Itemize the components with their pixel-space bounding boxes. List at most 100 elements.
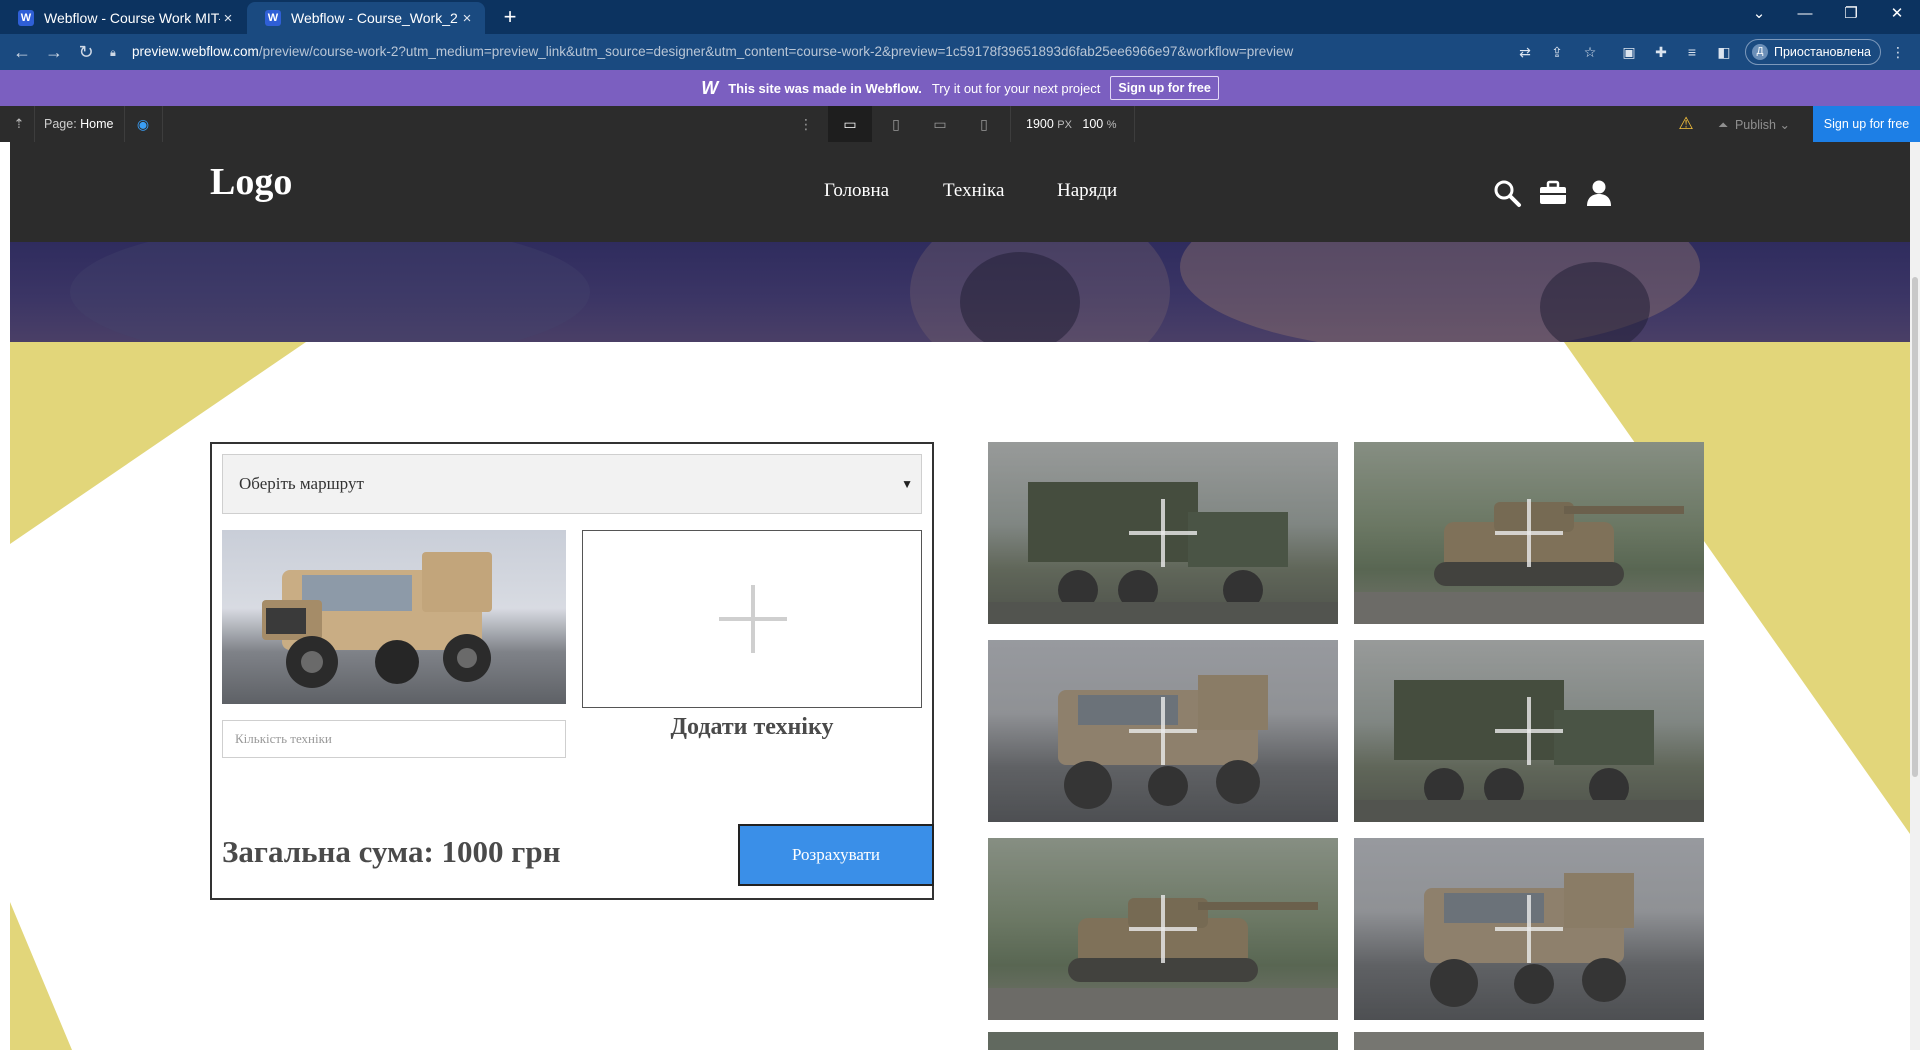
more-options-icon[interactable]: ⋮: [784, 106, 828, 142]
tab-title: Webflow - Course Work MIT-21: [44, 10, 220, 26]
close-tab-icon[interactable]: ×: [220, 10, 236, 27]
zoom-value: 100: [1082, 117, 1104, 131]
plus-icon: [1129, 499, 1197, 567]
extension-b-icon[interactable]: ▣: [1619, 42, 1639, 62]
banner-signup-button[interactable]: Sign up for free: [1110, 76, 1219, 100]
search-icon[interactable]: [1492, 178, 1522, 208]
divider: [1010, 106, 1011, 142]
site-preview-viewport: Logo Головна Техніка Наряди Оберіть марш…: [10, 142, 1910, 1050]
page-selector[interactable]: Page: Home: [44, 117, 114, 131]
bookmark-star-icon[interactable]: ☆: [1580, 42, 1600, 62]
new-tab-button[interactable]: +: [496, 4, 524, 32]
add-vehicle-label[interactable]: Додати техніку: [582, 714, 922, 741]
page-name: Home: [80, 117, 114, 131]
warning-icon[interactable]: ⚠: [1676, 114, 1696, 134]
plus-icon: [719, 585, 787, 653]
route-select[interactable]: Оберіть маршрут ▼: [222, 454, 922, 514]
page-scrollbar[interactable]: [1910, 142, 1920, 1050]
grid-tile-partial[interactable]: [1354, 1032, 1704, 1050]
lock-icon: 🔒︎: [110, 47, 116, 59]
publish-button[interactable]: ⏶ Publish ⌄: [1718, 117, 1790, 133]
vehicle-tile-himars[interactable]: [988, 442, 1338, 624]
mobile-portrait-breakpoint-icon[interactable]: ▯: [962, 106, 1006, 142]
profile-chip[interactable]: Д Приостановлена: [1745, 39, 1881, 65]
media-queue-icon[interactable]: ≡: [1682, 42, 1702, 62]
selected-vehicle-image: [222, 530, 566, 704]
plus-icon: [1495, 697, 1563, 765]
add-vehicle-slot[interactable]: [582, 530, 922, 708]
total-sum-text: Загальна сума: 1000 грн: [222, 834, 561, 869]
user-icon[interactable]: [1584, 178, 1614, 208]
browser-tab-bar: W Webflow - Course Work MIT-21 × W Webfl…: [0, 0, 1920, 34]
webflow-preview-bar: ⇡ Page: Home ◉ ⋮ ▭ ▯ ▭ ▯ 1900 PX 100 % ⚠…: [0, 106, 1920, 142]
tab-search-chevron-icon[interactable]: ⌄: [1736, 0, 1782, 30]
share-icon[interactable]: ⇪: [1547, 42, 1567, 62]
address-bar: ← → ↻ 🔒︎ preview.webflow.com/preview/cour…: [0, 34, 1920, 70]
divider: [1134, 106, 1135, 142]
close-window-button[interactable]: ✕: [1874, 0, 1920, 30]
hero-shape: [70, 242, 590, 342]
designer-signup-button[interactable]: Sign up for free: [1813, 106, 1920, 142]
plus-icon: [1129, 697, 1197, 765]
vehicle-tile-himars[interactable]: [1354, 640, 1704, 822]
back-arrow-icon[interactable]: ←: [8, 38, 36, 66]
close-tab-icon[interactable]: ×: [459, 10, 475, 27]
translate-icon[interactable]: ⇄: [1515, 42, 1535, 62]
webflow-logo-icon: W: [701, 77, 719, 98]
divider: [162, 106, 163, 142]
minimize-button[interactable]: —: [1782, 0, 1828, 30]
nav-link-equipment[interactable]: Техніка: [943, 180, 1004, 202]
site-logo[interactable]: Logo: [210, 160, 292, 204]
width-unit: PX: [1057, 119, 1072, 131]
menu-kebab-icon[interactable]: ⋮: [1888, 42, 1908, 62]
briefcase-icon[interactable]: [1538, 178, 1568, 208]
vehicle-tile-jltv[interactable]: [1354, 838, 1704, 1020]
divider: [124, 106, 125, 142]
site-navbar: Logo Головна Техніка Наряди: [10, 142, 1910, 242]
tile-overlay: [1354, 1032, 1704, 1050]
route-select-value: Оберіть маршрут: [239, 474, 364, 493]
browser-tab-2[interactable]: W Webflow - Course_Work_2 ×: [247, 2, 485, 34]
webflow-favicon-icon: W: [18, 10, 34, 26]
plus-icon: [1495, 895, 1563, 963]
vehicle-tile-tank[interactable]: [988, 838, 1338, 1020]
zoom-unit: %: [1106, 119, 1117, 131]
preview-eye-icon[interactable]: ◉: [134, 115, 152, 133]
chevron-down-icon: ⌄: [1779, 118, 1790, 132]
publish-label: Publish: [1734, 118, 1776, 132]
webflow-made-in-banner: W This site was made in Webflow. Try it …: [0, 70, 1920, 106]
tablet-breakpoint-icon[interactable]: ▯: [874, 106, 918, 142]
extensions-puzzle-icon[interactable]: ✚: [1651, 42, 1671, 62]
side-panel-icon[interactable]: ◧: [1714, 42, 1734, 62]
grid-tile-partial[interactable]: [988, 1032, 1338, 1050]
chevron-down-icon: ▼: [901, 477, 913, 491]
webflow-favicon-icon: W: [265, 10, 281, 26]
jltv-vehicle-illustration: [262, 552, 492, 688]
reload-icon[interactable]: ↻: [72, 38, 100, 66]
plus-icon: [1495, 499, 1563, 567]
avatar: Д: [1752, 44, 1768, 60]
desktop-breakpoint-icon[interactable]: ▭: [828, 106, 872, 142]
mobile-landscape-breakpoint-icon[interactable]: ▭: [918, 106, 962, 142]
tab-title: Webflow - Course_Work_2: [291, 10, 458, 26]
vehicle-tile-jltv[interactable]: [988, 640, 1338, 822]
hero-banner-image: [10, 242, 1910, 342]
forward-arrow-icon[interactable]: →: [40, 38, 68, 66]
export-icon[interactable]: ⇡: [10, 115, 28, 133]
url-field[interactable]: 🔒︎ preview.webflow.com/preview/course-wor…: [110, 38, 1510, 66]
width-value: 1900: [1026, 117, 1054, 131]
browser-tab-1[interactable]: W Webflow - Course Work MIT-21 ×: [0, 2, 246, 34]
calculate-button[interactable]: Розрахувати: [738, 824, 934, 886]
nav-link-orders[interactable]: Наряди: [1057, 180, 1117, 202]
vehicle-quantity-input[interactable]: Кількість техніки: [222, 720, 566, 758]
url-path: /preview/course-work-2?utm_medium=previe…: [258, 44, 1294, 59]
vehicle-tile-tank[interactable]: [1354, 442, 1704, 624]
plus-icon: [1129, 895, 1197, 963]
nav-link-home[interactable]: Головна: [824, 180, 889, 202]
order-form-card: Оберіть маршрут ▼ Додати техніку Кількіс…: [210, 442, 934, 900]
divider: [34, 106, 35, 142]
profile-status-label: Приостановлена: [1774, 45, 1871, 59]
scrollbar-thumb[interactable]: [1912, 277, 1918, 777]
restore-button[interactable]: ❐: [1828, 0, 1874, 30]
canvas-size-readout: 1900 PX 100 %: [1026, 117, 1117, 131]
